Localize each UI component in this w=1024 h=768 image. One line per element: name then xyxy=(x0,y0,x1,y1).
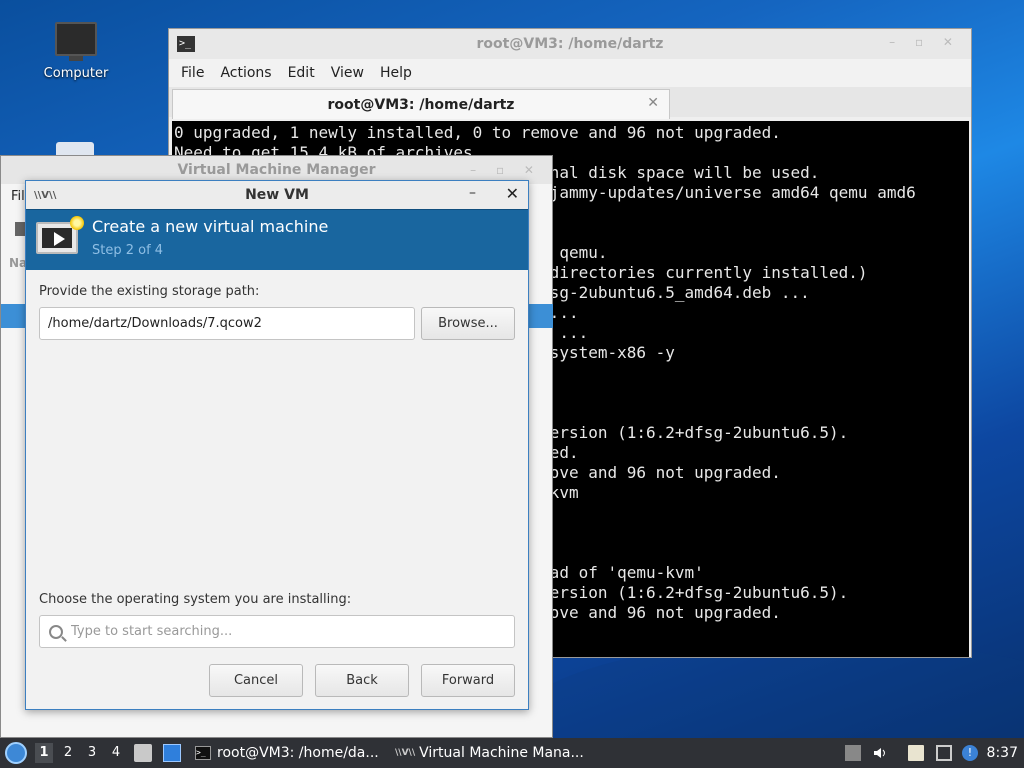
workspace-3[interactable]: 3 xyxy=(83,743,101,763)
taskbar: 1 2 3 4 >_ root@VM3: /home/da... \\V\\ V… xyxy=(0,738,1024,768)
dialog-titlebar[interactable]: \\V\\ New VM – ✕ xyxy=(26,181,528,209)
menu-file[interactable]: File xyxy=(173,65,212,81)
os-label: Choose the operating system you are inst… xyxy=(39,592,352,607)
start-menu-icon[interactable] xyxy=(5,742,27,764)
search-icon xyxy=(49,624,63,639)
desktop-icon-label: Computer xyxy=(43,66,109,81)
workspace-1[interactable]: 1 xyxy=(35,743,53,763)
task-vmm[interactable]: \\V\\ Virtual Machine Mana... xyxy=(395,738,584,768)
cancel-button[interactable]: Cancel xyxy=(209,664,303,697)
menu-view[interactable]: View xyxy=(323,65,372,81)
vmm-app-icon: \\V\\ xyxy=(395,748,416,758)
window-controls[interactable]: – ▫ ✕ xyxy=(470,163,542,177)
terminal-icon: >_ xyxy=(195,746,211,760)
file-manager-icon[interactable] xyxy=(134,744,152,762)
terminal-tab[interactable]: root@VM3: /home/dartz ✕ xyxy=(172,89,670,119)
step-indicator: Step 2 of 4 xyxy=(92,243,164,258)
task-vmm-label: Virtual Machine Mana... xyxy=(419,745,584,761)
desktop-icon-folder[interactable] xyxy=(56,142,94,156)
minimize-icon[interactable]: – xyxy=(469,185,476,201)
menu-actions[interactable]: Actions xyxy=(212,65,279,81)
menu-help[interactable]: Help xyxy=(372,65,420,81)
volume-icon[interactable] xyxy=(872,745,888,761)
workspace-2[interactable]: 2 xyxy=(59,743,77,763)
browse-button[interactable]: Browse... xyxy=(421,307,515,340)
clipboard-icon[interactable] xyxy=(908,745,924,761)
workspace-4[interactable]: 4 xyxy=(107,743,125,763)
terminal-tabbar: root@VM3: /home/dartz ✕ xyxy=(169,87,971,119)
terminal-tab-label: root@VM3: /home/dartz xyxy=(327,96,515,113)
network-icon[interactable] xyxy=(936,745,952,761)
tray-arrow-icon[interactable] xyxy=(845,745,861,761)
computer-icon xyxy=(55,22,97,61)
close-icon[interactable]: ✕ xyxy=(506,184,519,203)
terminal-menubar: File Actions Edit View Help xyxy=(169,59,971,87)
new-vm-dialog[interactable]: \\V\\ New VM – ✕ Create a new virtual ma… xyxy=(25,180,529,710)
terminal-line: 0 upgraded, 1 newly installed, 0 to remo… xyxy=(174,123,781,142)
window-controls[interactable]: – ▫ ✕ xyxy=(889,35,961,49)
dialog-title: New VM xyxy=(245,187,309,203)
vmm-menu-file[interactable]: Fil xyxy=(11,189,25,204)
dialog-header: Create a new virtual machine Step 2 of 4 xyxy=(26,209,528,270)
task-terminal[interactable]: >_ root@VM3: /home/da... xyxy=(195,738,379,768)
storage-path-label: Provide the existing storage path: xyxy=(39,284,260,299)
terminal-title: root@VM3: /home/dartz xyxy=(476,36,664,52)
header-title: Create a new virtual machine xyxy=(92,217,329,236)
back-button[interactable]: Back xyxy=(315,664,409,697)
forward-button[interactable]: Forward xyxy=(421,664,515,697)
close-tab-icon[interactable]: ✕ xyxy=(647,95,659,111)
vmm-selected-row[interactable] xyxy=(527,304,553,328)
clock: 8:37 xyxy=(986,745,1018,761)
os-search-field[interactable] xyxy=(39,615,515,648)
task-terminal-label: root@VM3: /home/da... xyxy=(217,745,379,761)
new-vm-icon xyxy=(36,216,84,254)
notification-icon[interactable]: ! xyxy=(962,745,978,761)
os-search-input[interactable] xyxy=(71,624,501,639)
show-desktop-icon[interactable] xyxy=(163,744,181,762)
storage-path-input[interactable] xyxy=(39,307,415,340)
desktop-icon-computer[interactable]: Computer xyxy=(36,22,116,81)
menu-edit[interactable]: Edit xyxy=(280,65,323,81)
terminal-titlebar[interactable]: >_ root@VM3: /home/dartz – ▫ ✕ xyxy=(169,29,971,59)
